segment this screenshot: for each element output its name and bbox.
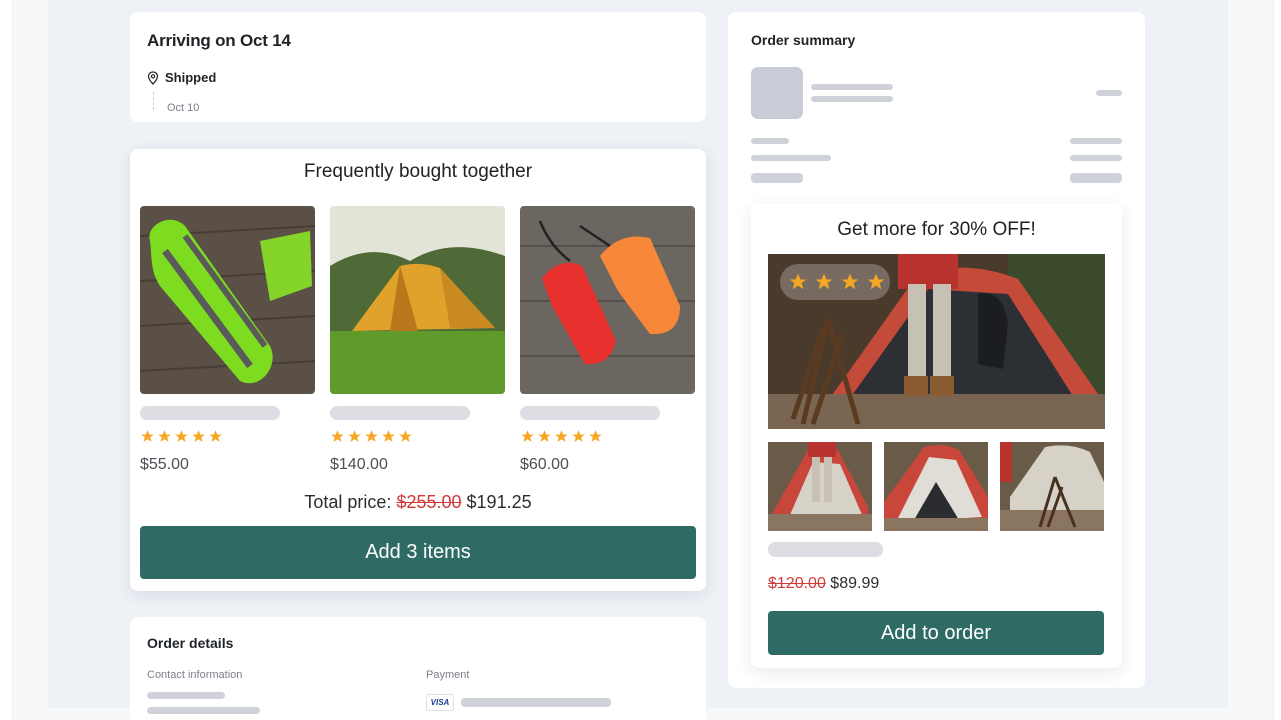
- bundle-product[interactable]: $140.00: [330, 206, 505, 474]
- bundle-title: Frequently bought together: [303, 161, 533, 182]
- payment-placeholder: [461, 698, 611, 707]
- star-icon: [365, 430, 378, 442]
- product-name-placeholder: [520, 406, 660, 420]
- item-name-placeholder: [811, 84, 893, 90]
- upsell-price: $120.00 $89.99: [768, 575, 879, 593]
- star-icon: [192, 430, 205, 442]
- star-icon: [399, 430, 412, 442]
- bundle-product[interactable]: $55.00: [140, 206, 315, 474]
- summary-line-placeholder: [751, 155, 831, 161]
- summary-line-placeholder: [751, 138, 789, 144]
- upsell-thumbnail[interactable]: [768, 442, 872, 531]
- summary-value-placeholder: [1070, 173, 1122, 183]
- contact-label: Contact information: [147, 669, 243, 681]
- item-name-placeholder: [811, 96, 893, 102]
- product-image-stuff-sacks[interactable]: [520, 206, 695, 394]
- star-icon: [789, 273, 807, 290]
- product-price: $60.00: [520, 456, 569, 473]
- add-bundle-button[interactable]: Add 3 items: [140, 526, 696, 579]
- hero-rating: [780, 264, 890, 300]
- arrival-card: Arriving on Oct 14 Shipped Oct 10: [130, 12, 706, 122]
- star-icon: [331, 430, 344, 442]
- timeline-connector: [153, 92, 154, 110]
- product-price: $55.00: [140, 456, 189, 473]
- arrival-title: Arriving on Oct 14: [147, 31, 291, 50]
- product-name-placeholder: [140, 406, 280, 420]
- product-image-sleeping-bag[interactable]: [140, 206, 315, 394]
- shipping-status: Shipped: [147, 70, 216, 85]
- visa-card-icon: VISA: [426, 694, 454, 711]
- star-icon: [521, 430, 534, 442]
- star-icon: [589, 430, 602, 442]
- order-details-card: Order details Contact information Paymen…: [130, 617, 706, 720]
- rating-stars: [140, 429, 315, 444]
- summary-line-placeholder: [751, 173, 803, 183]
- total-old-price: $255.00: [396, 492, 462, 512]
- upsell-thumbnail[interactable]: [884, 442, 988, 531]
- product-name-placeholder: [330, 406, 470, 420]
- summary-value-placeholder: [1070, 155, 1122, 161]
- upsell-card: Get more for 30% OFF! $120.00 $89.99 Add…: [751, 204, 1122, 668]
- star-icon: [815, 273, 833, 290]
- star-icon: [158, 430, 171, 442]
- status-date: Oct 10: [167, 102, 200, 114]
- order-summary-title: Order summary: [751, 32, 856, 48]
- upsell-name-placeholder: [768, 542, 883, 557]
- map-pin-icon: [147, 70, 159, 85]
- star-icon: [141, 430, 154, 442]
- upsell-hero-image[interactable]: [768, 254, 1105, 429]
- rating-stars: [330, 429, 505, 444]
- total-label: Total price:: [304, 492, 392, 512]
- item-price-placeholder: [1096, 90, 1122, 96]
- payment-label: Payment: [426, 669, 470, 681]
- star-icon: [209, 430, 222, 442]
- item-thumbnail: [751, 67, 803, 119]
- bundle-product[interactable]: $60.00: [520, 206, 695, 474]
- star-icon: [382, 430, 395, 442]
- add-to-order-button[interactable]: Add to order: [768, 611, 1104, 655]
- total-price: Total price: $255.00 $191.25: [130, 492, 706, 513]
- upsell-thumbnail[interactable]: [1000, 442, 1104, 531]
- status-label: Shipped: [165, 70, 217, 85]
- upsell-old-price: $120.00: [768, 575, 826, 592]
- star-icon: [348, 430, 361, 442]
- bundle-card: Frequently bought together $55.00 $140.0…: [130, 149, 706, 591]
- contact-placeholder: [147, 707, 260, 714]
- contact-placeholder: [147, 692, 225, 699]
- star-icon: [175, 430, 188, 442]
- summary-value-placeholder: [1070, 138, 1122, 144]
- star-icon: [841, 273, 859, 290]
- star-icon: [555, 430, 568, 442]
- star-icon: [867, 273, 885, 290]
- upsell-title: Get more for 30% OFF!: [837, 219, 1036, 240]
- upsell-new-price: $89.99: [830, 575, 880, 592]
- star-icon: [538, 430, 551, 442]
- star-icon: [572, 430, 585, 442]
- order-details-title: Order details: [147, 635, 234, 651]
- rating-stars: [520, 429, 695, 444]
- product-price: $140.00: [330, 456, 388, 473]
- total-new-price: $191.25: [466, 492, 532, 512]
- product-image-tent[interactable]: [330, 206, 505, 394]
